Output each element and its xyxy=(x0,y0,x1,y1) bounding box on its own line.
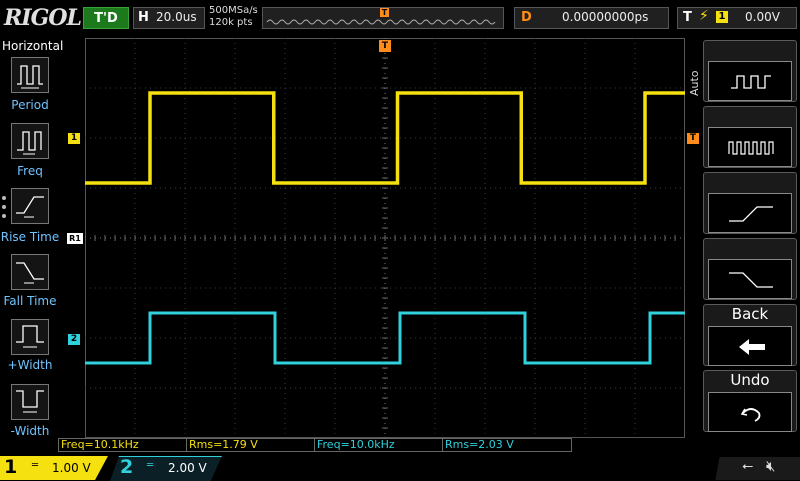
back-button[interactable] xyxy=(708,326,792,366)
trigger-source-badge: 1 xyxy=(716,11,728,23)
falling-edge-button[interactable] xyxy=(708,259,792,299)
measurement-text: Rms=2.03 V xyxy=(445,438,514,451)
trigger-position-marker[interactable]: T xyxy=(379,40,391,52)
undo-icon xyxy=(740,408,761,422)
rising-edge-shape-icon xyxy=(729,206,773,222)
fall-time-button[interactable] xyxy=(11,254,49,290)
negative-width-icon xyxy=(16,390,44,413)
ch2-offset-marker[interactable]: 2 xyxy=(68,334,80,345)
page-dot xyxy=(2,205,6,209)
measurement-text: Freq=10.0kHz xyxy=(317,438,395,451)
overview-trigger-marker: T xyxy=(380,8,389,17)
rising-edge-button[interactable] xyxy=(708,193,792,233)
ref-marker: R1 xyxy=(67,233,83,244)
trigger-label: T xyxy=(683,10,692,25)
sample-rate: 500MSa/s xyxy=(209,5,258,16)
dc-coupling-icon: ═ xyxy=(147,460,154,471)
undo-label: Undo xyxy=(730,371,770,389)
dc-coupling-icon: ═ xyxy=(32,460,39,471)
dense-square-wave-button[interactable] xyxy=(708,127,792,167)
auto-label: Auto xyxy=(688,70,701,96)
delay-value: 0.00000000ps xyxy=(562,10,649,24)
measurement-text: Freq=10.1kHz xyxy=(61,438,139,451)
freq-label: Freq xyxy=(17,164,43,178)
measurement-ch1-freq[interactable]: Freq=10.1kHz xyxy=(58,438,187,452)
back-label: Back xyxy=(731,305,769,323)
square-wave-icon xyxy=(731,75,771,89)
measurement-ch2-rms[interactable]: Rms=2.03 V xyxy=(442,438,572,452)
menu-title: Horizontal xyxy=(2,39,64,53)
page-dot xyxy=(2,196,6,200)
positive-width-label: +Width xyxy=(7,358,53,372)
positive-width-button[interactable] xyxy=(11,319,49,355)
timebase-value: 20.0us xyxy=(156,10,197,24)
trigger-level-marker[interactable]: T xyxy=(687,133,699,144)
ch2-scale: 2.00 V xyxy=(168,461,207,475)
measurement-text: Rms=1.79 V xyxy=(189,438,258,451)
freq-icon xyxy=(17,131,42,155)
trigger-level-value: 0.00V xyxy=(745,10,780,24)
positive-width-icon xyxy=(16,325,44,348)
measurement-ch1-rms[interactable]: Rms=1.79 V xyxy=(186,438,315,452)
fall-time-label: Fall Time xyxy=(3,294,57,308)
fall-time-icon xyxy=(16,262,44,284)
delay-label: D xyxy=(521,10,532,25)
ch1-offset-marker[interactable]: 1 xyxy=(68,133,80,144)
run-status-badge[interactable]: T'D xyxy=(83,7,129,29)
waveform-grid[interactable] xyxy=(85,38,685,438)
ch1-scale: 1.00 V xyxy=(52,461,91,475)
negative-width-button[interactable] xyxy=(11,384,49,420)
rising-edge-icon: ⚡ xyxy=(699,8,709,24)
page-dot xyxy=(2,214,6,218)
status-area xyxy=(708,457,800,480)
period-label: Period xyxy=(11,98,49,112)
rise-time-label: Rise Time xyxy=(0,230,60,244)
undo-button[interactable] xyxy=(708,392,792,432)
rise-time-icon xyxy=(16,196,44,218)
dense-square-wave-icon xyxy=(728,141,774,155)
period-icon xyxy=(17,65,43,89)
negative-width-label: -Width xyxy=(10,424,50,438)
speaker-muted-icon[interactable]: 🔇︎ xyxy=(766,457,775,475)
ch1-number: 1 xyxy=(4,456,18,478)
square-wave-button[interactable] xyxy=(708,61,792,101)
ch2-number: 2 xyxy=(120,456,134,478)
rise-time-button[interactable] xyxy=(11,188,49,224)
grid-lines xyxy=(85,38,685,438)
timebase-label: H xyxy=(138,10,149,25)
measurement-ch2-freq[interactable]: Freq=10.0kHz xyxy=(314,438,443,452)
freq-button[interactable] xyxy=(11,123,49,159)
period-button[interactable] xyxy=(11,57,49,93)
back-arrow-icon xyxy=(739,339,765,355)
usb-icon: ⭠ xyxy=(742,458,754,474)
brand-logo: RIGOL xyxy=(4,5,82,31)
memory-depth: 120k pts xyxy=(209,17,253,28)
falling-edge-shape-icon xyxy=(729,272,773,288)
